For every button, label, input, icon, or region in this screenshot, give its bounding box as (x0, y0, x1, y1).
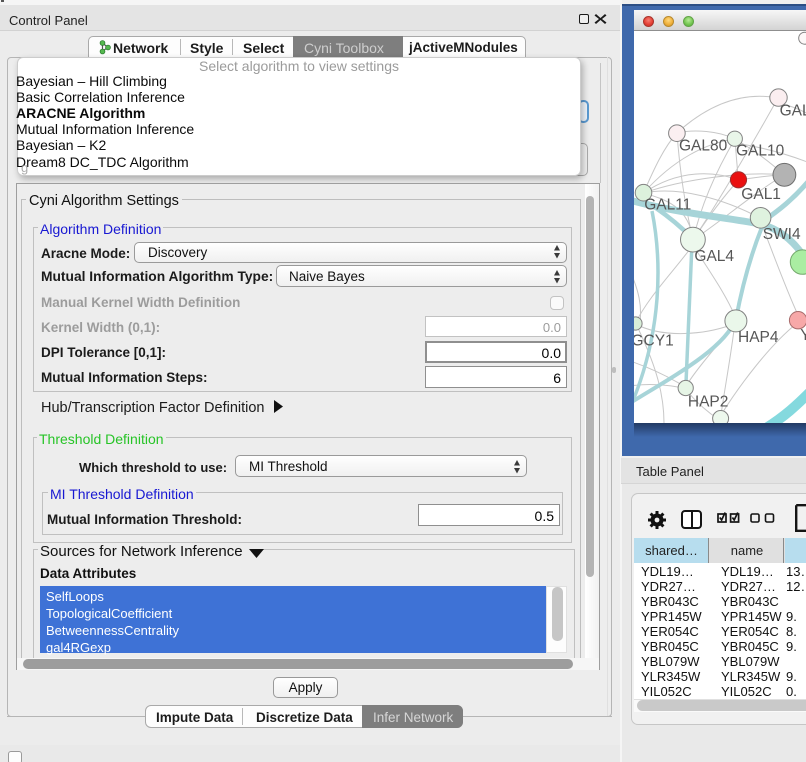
svg-text:HAP4: HAP4 (738, 329, 779, 346)
svg-text:HAP2: HAP2 (688, 394, 729, 411)
svg-text:SWI4: SWI4 (763, 226, 801, 243)
svg-text:GAL1: GAL1 (741, 186, 781, 203)
svg-text:GAL80: GAL80 (679, 138, 728, 155)
svg-text:GAL10: GAL10 (736, 143, 785, 160)
svg-text:GAL11: GAL11 (644, 197, 691, 214)
svg-text:GAL4: GAL4 (694, 248, 734, 265)
svg-text:Y: Y (800, 327, 806, 344)
svg-text:GAL2: GAL2 (780, 103, 806, 120)
svg-text:GCY1: GCY1 (634, 333, 674, 350)
